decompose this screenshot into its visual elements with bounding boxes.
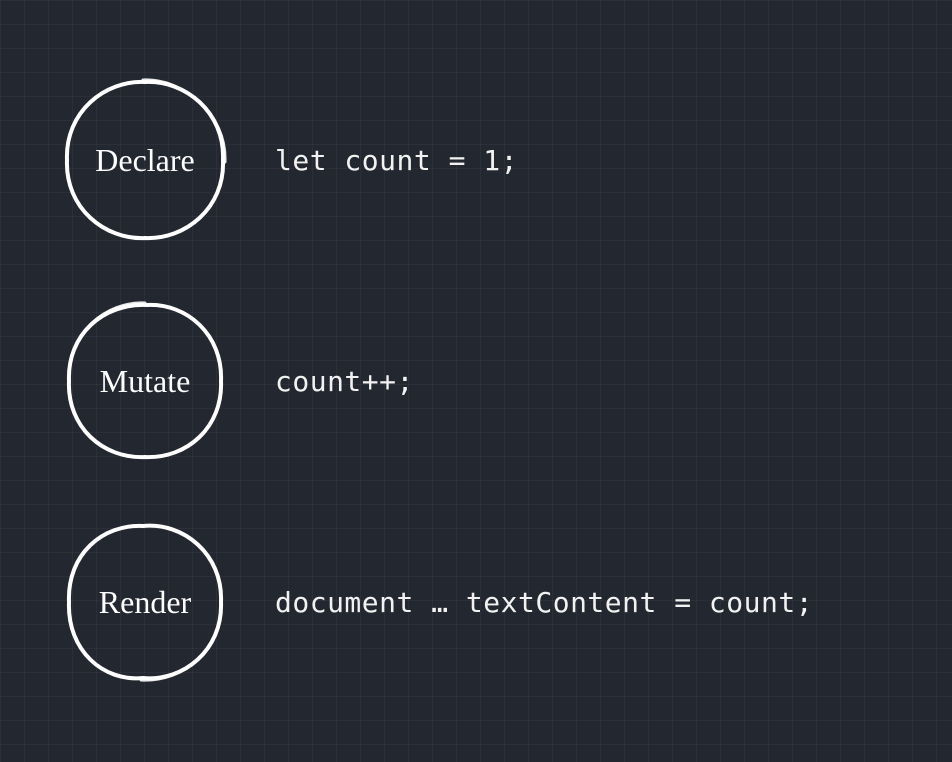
row-mutate: Mutate count++; bbox=[0, 291, 952, 471]
row-render: Render document … textContent = count; bbox=[0, 512, 952, 692]
circle-render: Render bbox=[55, 512, 235, 692]
label-declare: Declare bbox=[95, 142, 194, 179]
label-render: Render bbox=[99, 584, 191, 621]
circle-declare: Declare bbox=[55, 70, 235, 250]
code-mutate: count++; bbox=[275, 365, 414, 398]
code-declare: let count = 1; bbox=[275, 144, 518, 177]
code-render: document … textContent = count; bbox=[275, 586, 813, 619]
label-mutate: Mutate bbox=[100, 363, 191, 400]
diagram-content: Declare let count = 1; Mutate count++; R… bbox=[0, 0, 952, 762]
row-declare: Declare let count = 1; bbox=[0, 70, 952, 250]
circle-mutate: Mutate bbox=[55, 291, 235, 471]
